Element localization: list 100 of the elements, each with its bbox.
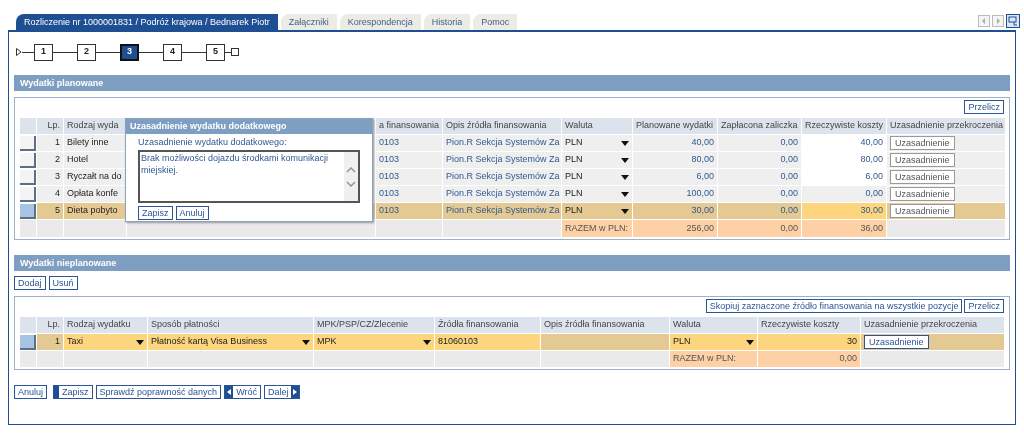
column-header: Rodzaj wyda bbox=[64, 118, 126, 134]
step[interactable]: 2 bbox=[77, 43, 96, 61]
currency-dropdown[interactable]: PLN bbox=[670, 334, 757, 350]
table-cell: Pion.R Sekcja Systemów Za bbox=[443, 169, 561, 185]
cancel-button[interactable]: Anuluj bbox=[175, 206, 209, 220]
table-cell bbox=[20, 317, 36, 333]
table-cell: Pion.R Sekcja Systemów Za bbox=[443, 135, 561, 151]
validate-button[interactable]: Sprawdź poprawność danych bbox=[95, 385, 222, 399]
copy-source-button[interactable]: Skopiuj zaznaczone źródło finansowania na wszystkie pozycje bbox=[705, 299, 963, 313]
window-icon[interactable] bbox=[1006, 14, 1020, 28]
table-cell: 0,00 bbox=[718, 152, 801, 168]
total-label: RAZEM w PLN: bbox=[670, 351, 757, 367]
dialog-title: Uzasadnienie wydatku dodatkowego bbox=[126, 119, 372, 134]
table-cell: Ryczałt na do bbox=[64, 169, 126, 185]
amount-field: 30 bbox=[758, 334, 860, 350]
back-button[interactable]: Wróć bbox=[224, 385, 261, 399]
table-cell: 3 bbox=[37, 169, 63, 185]
table-cell: 2 bbox=[37, 152, 63, 168]
cancel-button[interactable]: Anuluj bbox=[14, 385, 48, 399]
recalculate-button[interactable]: Przelicz bbox=[964, 299, 1004, 313]
table-cell: Bilety inne bbox=[64, 135, 126, 151]
total-value: 256,00 bbox=[633, 220, 717, 237]
column-header: Źródła finansowania bbox=[435, 317, 540, 333]
table-cell bbox=[64, 220, 126, 237]
dropdown[interactable]: MPK bbox=[314, 334, 434, 350]
table-cell: 6,00 bbox=[633, 169, 717, 185]
tab[interactable]: Pomoc bbox=[473, 14, 518, 30]
table-cell: Pion.R Sekcja Systemów Za bbox=[443, 203, 561, 219]
next-button[interactable]: Dalej bbox=[263, 385, 301, 399]
table-cell bbox=[20, 220, 36, 237]
section-header: Wydatki nieplanowane bbox=[14, 255, 1010, 271]
table-cell bbox=[20, 118, 36, 134]
tab[interactable]: Rozliczenie nr 1000001831 / Podróż krajowa / Bednarek Piotr bbox=[16, 14, 278, 30]
table-cell: 0103 bbox=[376, 169, 442, 185]
dropdown-caret-icon bbox=[621, 208, 629, 214]
table-cell: Dieta pobyto bbox=[64, 203, 126, 219]
scroll-up-icon[interactable] bbox=[346, 166, 356, 173]
row-selector[interactable] bbox=[20, 169, 36, 185]
save-button[interactable]: Zapisz bbox=[53, 385, 93, 399]
dropdown-caret-icon bbox=[621, 140, 629, 146]
table-cell: 0103 bbox=[376, 186, 442, 202]
justification-text-area[interactable]: Brak możliwości dojazdu środkami komunikacji miejskiej. bbox=[138, 150, 360, 203]
row-selector[interactable] bbox=[20, 152, 36, 168]
tab[interactable]: Załączniki bbox=[280, 14, 337, 30]
column-header: MPK/PSP/CZ/Zlecenie bbox=[314, 317, 434, 333]
dropdown[interactable]: Taxi bbox=[64, 334, 147, 350]
row-selector[interactable] bbox=[20, 135, 36, 151]
total-label: RAZEM w PLN: bbox=[562, 220, 632, 237]
tab[interactable]: Historia bbox=[423, 14, 471, 30]
column-header: Rodzaj wydatku bbox=[64, 317, 147, 333]
table-cell bbox=[20, 351, 36, 367]
step[interactable]: 3 bbox=[120, 43, 139, 61]
total-value: 36,00 bbox=[802, 220, 886, 237]
scroll-down-icon[interactable] bbox=[346, 180, 356, 187]
section-header: Wydatki planowane bbox=[14, 75, 1010, 91]
step[interactable]: 4 bbox=[163, 43, 182, 61]
column-header: Opis źródła finansowania bbox=[541, 317, 669, 333]
source-field: 81060103 bbox=[435, 334, 540, 350]
table-cell: 0,00 bbox=[718, 186, 801, 202]
save-button[interactable]: Zapisz bbox=[138, 206, 173, 220]
table-cell: 1 bbox=[37, 334, 63, 350]
add-button[interactable]: Dodaj bbox=[14, 276, 46, 290]
table-cell: 0,00 bbox=[802, 186, 886, 202]
column-header: Rzeczywiste koszty bbox=[758, 317, 860, 333]
currency-dropdown[interactable]: PLN bbox=[562, 203, 632, 219]
table-cell: 1 bbox=[37, 135, 63, 151]
dropdown-caret-icon bbox=[136, 339, 144, 345]
dropdown-caret-icon bbox=[621, 174, 629, 180]
table-cell: Hotel bbox=[64, 152, 126, 168]
table-cell: 0103 bbox=[376, 203, 442, 219]
currency-dropdown[interactable]: PLN bbox=[562, 169, 632, 185]
currency-dropdown[interactable]: PLN bbox=[562, 152, 632, 168]
tab[interactable]: Korespondencja bbox=[339, 14, 421, 30]
step[interactable]: 5 bbox=[206, 43, 225, 61]
column-header: Opis źródła finansowania bbox=[443, 118, 561, 134]
currency-dropdown[interactable]: PLN bbox=[562, 186, 632, 202]
row-selector[interactable] bbox=[20, 186, 36, 202]
column-header: Uzasadnienie przekroczenia bbox=[861, 317, 1004, 333]
row-selector[interactable] bbox=[20, 203, 36, 219]
row-selector[interactable] bbox=[20, 334, 36, 350]
table-cell: Opłata konfe bbox=[64, 186, 126, 202]
column-header: Zapłacona zaliczka bbox=[718, 118, 801, 134]
justification-button[interactable]: Uzasadnienie bbox=[864, 335, 929, 349]
step[interactable]: 1 bbox=[34, 43, 53, 61]
table-cell: 5 bbox=[37, 203, 63, 219]
field-label: Uzasadnienie wydatku dodatkowego: bbox=[138, 136, 288, 149]
column-header: a finansowania bbox=[376, 118, 442, 134]
amount-field: 30,00 bbox=[802, 203, 886, 219]
table-cell: 30,00 bbox=[633, 203, 717, 219]
table-cell: Pion.R Sekcja Systemów Za bbox=[443, 186, 561, 202]
table-cell bbox=[37, 351, 63, 367]
right-arrow-icon bbox=[291, 386, 300, 398]
table-cell: 0103 bbox=[376, 135, 442, 151]
currency-dropdown[interactable]: PLN bbox=[562, 135, 632, 151]
column-header: Lp. bbox=[37, 317, 63, 333]
recalculate-button[interactable]: Przelicz bbox=[964, 100, 1004, 114]
delete-button[interactable]: Usuń bbox=[48, 276, 78, 290]
dropdown[interactable]: Płatność kartą Visa Business bbox=[148, 334, 313, 350]
column-header: Planowane wydatki bbox=[633, 118, 717, 134]
table-cell: 0103 bbox=[376, 152, 442, 168]
